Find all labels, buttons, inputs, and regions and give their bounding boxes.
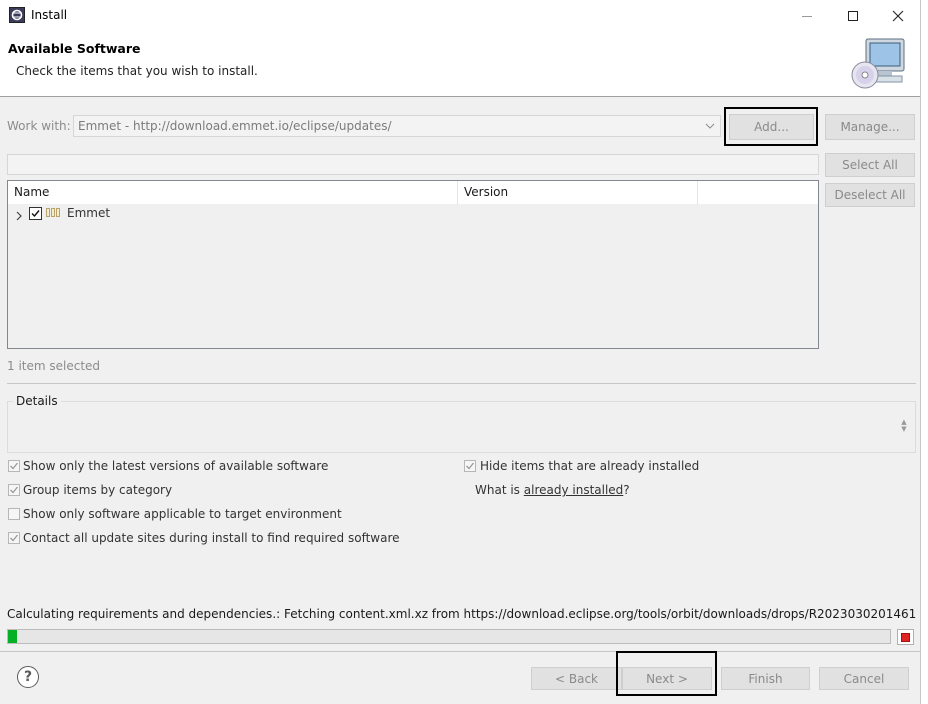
details-scrollbar[interactable]: ▲ ▼ <box>898 418 910 434</box>
details-label: Details <box>13 394 61 408</box>
minimize-button[interactable] <box>784 0 830 31</box>
maximize-button[interactable] <box>830 0 876 31</box>
hide-installed-label[interactable]: Hide items that are already installed <box>480 459 699 473</box>
window-title: Install <box>31 8 68 22</box>
next-button-highlight <box>616 651 717 696</box>
group-by-category-label[interactable]: Group items by category <box>23 483 172 497</box>
eclipse-icon <box>9 7 25 23</box>
window-edge <box>920 0 928 704</box>
group-by-category-checkbox[interactable] <box>8 484 20 496</box>
cancel-button[interactable]: Cancel <box>819 667 909 690</box>
install-computer-cd-icon <box>848 36 908 92</box>
details-box <box>7 401 916 453</box>
finish-button[interactable]: Finish <box>721 667 810 690</box>
progress-fill <box>8 630 17 643</box>
contact-sites-label[interactable]: Contact all update sites during install … <box>23 531 400 545</box>
what-is-prefix: What is <box>475 483 524 497</box>
selection-status: 1 item selected <box>7 359 101 373</box>
checkmark-icon <box>466 462 475 470</box>
table-row-name[interactable]: Emmet <box>67 206 110 220</box>
target-env-label[interactable]: Show only software applicable to target … <box>23 507 342 521</box>
already-installed-link[interactable]: already installed <box>524 483 624 497</box>
latest-versions-checkbox[interactable] <box>8 460 20 472</box>
table-header: Name Version <box>8 181 818 205</box>
close-button[interactable] <box>875 0 921 31</box>
what-is-installed-text: What is already installed? <box>475 483 630 497</box>
hide-installed-checkbox[interactable] <box>464 460 476 472</box>
title-bar: Install <box>0 0 922 31</box>
contact-sites-checkbox[interactable] <box>8 532 20 544</box>
filter-input[interactable] <box>7 154 819 175</box>
chevron-down-icon[interactable] <box>702 118 718 134</box>
minimize-icon <box>802 15 812 17</box>
back-button[interactable]: < Back <box>531 667 622 690</box>
page-title: Available Software <box>8 41 141 56</box>
work-with-combo[interactable]: Emmet - http://download.emmet.io/eclipse… <box>73 115 721 137</box>
manage-button[interactable]: Manage... <box>825 114 915 140</box>
what-is-suffix: ? <box>623 483 630 497</box>
select-all-button[interactable]: Select All <box>825 153 915 177</box>
page-description: Check the items that you wish to install… <box>16 64 258 78</box>
checkmark-icon <box>10 486 19 494</box>
target-env-checkbox[interactable] <box>8 508 20 520</box>
column-divider[interactable] <box>697 181 698 205</box>
column-header-name[interactable]: Name <box>14 185 49 199</box>
column-header-version[interactable]: Version <box>464 185 508 199</box>
emmet-checkbox[interactable] <box>29 207 42 220</box>
feature-group-icon <box>46 208 62 218</box>
work-with-value: Emmet - http://download.emmet.io/eclipse… <box>78 119 392 133</box>
maximize-icon <box>848 10 858 21</box>
latest-versions-label[interactable]: Show only the latest versions of availab… <box>23 459 328 473</box>
divider <box>0 651 920 652</box>
help-icon[interactable]: ? <box>17 666 39 688</box>
stop-icon <box>901 632 910 642</box>
checkmark-icon <box>10 462 19 470</box>
status-message: Calculating requirements and dependencie… <box>7 607 917 621</box>
chevron-right-icon[interactable] <box>13 210 25 222</box>
work-with-label: Work with: <box>7 119 71 133</box>
add-button-highlight <box>724 107 818 146</box>
progress-bar <box>7 629 891 644</box>
header-banner: Available Software Check the items that … <box>0 31 922 97</box>
deselect-all-button[interactable]: Deselect All <box>825 183 915 207</box>
software-tree-table[interactable]: Name Version Emmet <box>7 180 819 349</box>
column-divider[interactable] <box>457 181 458 205</box>
checkmark-icon <box>31 210 40 218</box>
checkmark-icon <box>10 534 19 542</box>
stop-button[interactable] <box>897 629 914 645</box>
divider <box>7 383 916 384</box>
close-icon <box>892 10 904 21</box>
